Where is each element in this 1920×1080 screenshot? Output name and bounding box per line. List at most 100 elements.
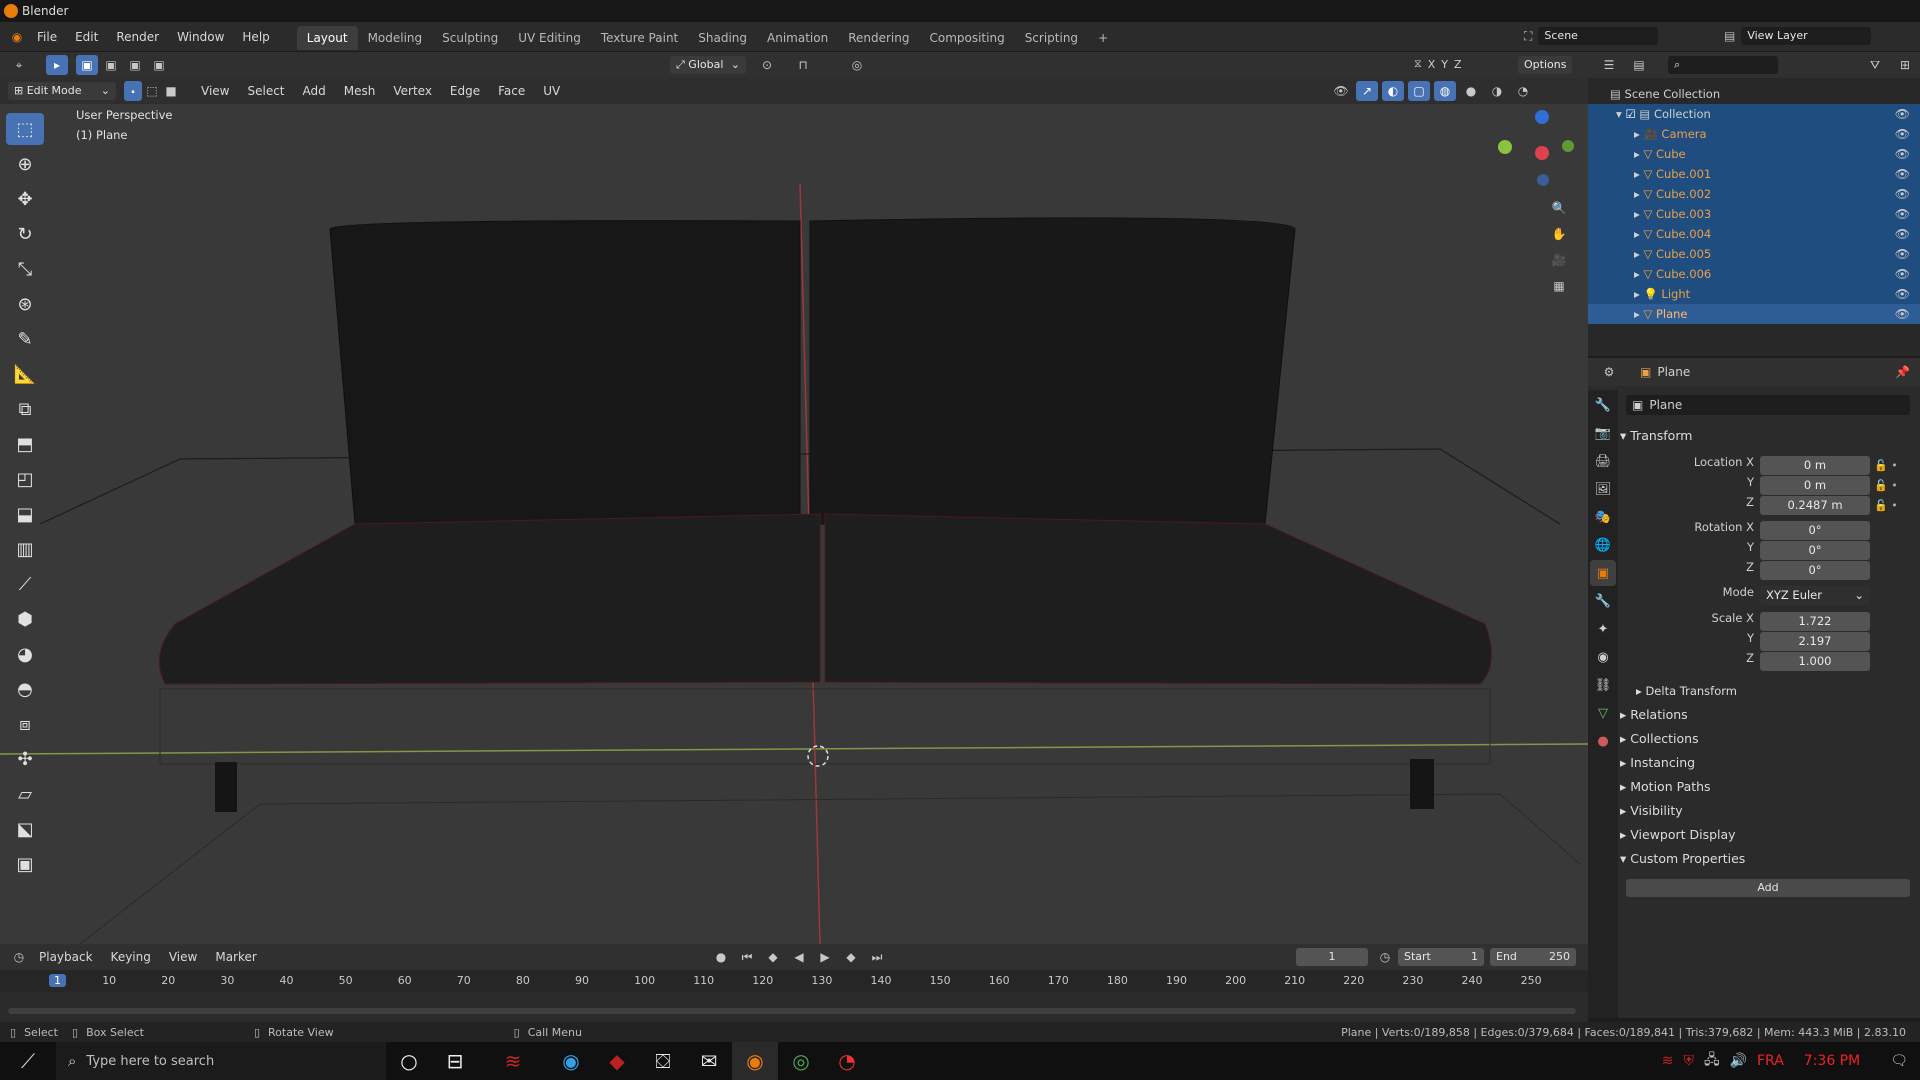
move-tool-icon[interactable]: ✥ <box>6 183 44 215</box>
editor-type-icon[interactable]: ⌖ <box>8 55 30 75</box>
rotation-mode-dropdown[interactable]: XYZ Euler ⌄ <box>1760 586 1870 605</box>
edge-select-icon[interactable]: ⬚ <box>143 81 161 101</box>
bevel-tool-icon[interactable]: ⬓ <box>6 498 44 530</box>
lock-icon[interactable]: 🔓 • <box>1874 496 1904 516</box>
gizmo-neg-y-icon[interactable] <box>1562 140 1574 152</box>
gizmo-icon[interactable]: ↗ <box>1356 81 1378 101</box>
outliner-object-row[interactable]: ▸ ▽ Cube.003 👁 <box>1588 204 1920 224</box>
pan-hand-icon[interactable]: ✋ <box>1548 224 1570 244</box>
tab-shading[interactable]: Shading <box>688 26 757 50</box>
ortho-grid-icon[interactable]: ▦ <box>1548 276 1570 296</box>
start-frame-field[interactable]: Start 1 <box>1398 948 1484 966</box>
lock-icon[interactable]: 🔓 • <box>1874 476 1904 496</box>
menu-face[interactable]: Face <box>489 78 534 104</box>
location-x-field[interactable]: 0 m <box>1760 456 1870 475</box>
rotate-tool-icon[interactable]: ↻ <box>6 218 44 250</box>
menu-playback[interactable]: Playback <box>30 944 102 970</box>
rog-tray-icon[interactable]: ≋ <box>1662 1053 1674 1069</box>
collection-row[interactable]: ▾ ☑ ▤ Collection 👁 <box>1588 104 1920 124</box>
eye-icon[interactable]: 👁 <box>1895 144 1910 164</box>
tab-texture-paint[interactable]: Texture Paint <box>591 26 688 50</box>
tab-modeling[interactable]: Modeling <box>358 26 433 50</box>
modifier-tab-icon[interactable]: 🔧 <box>1590 588 1616 614</box>
annotate-tool-icon[interactable]: ✎ <box>6 323 44 355</box>
image-tool-icon[interactable]: ▣ <box>6 848 44 880</box>
select-intersect-icon[interactable]: ▣ <box>148 55 170 75</box>
menu-window[interactable]: Window <box>168 22 233 52</box>
axis-z-toggle[interactable]: Z <box>1454 58 1462 71</box>
eye-icon[interactable]: 👁 <box>1895 224 1910 244</box>
world-tab-icon[interactable]: 🌐 <box>1590 532 1616 558</box>
rotation-y-field[interactable]: 0° <box>1760 541 1870 560</box>
filter-icon[interactable]: ⛛ <box>1864 55 1886 75</box>
rog-app-icon[interactable]: ≋ <box>478 1042 548 1080</box>
options-dropdown[interactable]: Options <box>1518 56 1573 74</box>
shear-tool-icon[interactable]: ▱ <box>6 778 44 810</box>
cursor-tool-icon[interactable]: ⊕ <box>6 148 44 180</box>
tab-layout[interactable]: Layout <box>296 26 358 50</box>
scale-tool-icon[interactable]: ⤡ <box>6 253 44 285</box>
menu-edge[interactable]: Edge <box>441 78 489 104</box>
tab-sculpting[interactable]: Sculpting <box>432 26 508 50</box>
zoom-icon[interactable]: 🔍 <box>1548 198 1570 218</box>
rotation-z-field[interactable]: 0° <box>1760 561 1870 580</box>
location-z-field[interactable]: 0.2487 m <box>1760 496 1870 515</box>
task-view-icon[interactable]: ⊟ <box>432 1042 478 1080</box>
object-tab-icon[interactable]: ▣ <box>1590 560 1616 586</box>
eye-icon[interactable]: 👁 <box>1895 284 1910 304</box>
scene-tab-icon[interactable]: 🎭 <box>1590 504 1616 530</box>
axis-x-toggle[interactable]: X <box>1428 58 1436 71</box>
physics-tab-icon[interactable]: ◉ <box>1590 644 1616 670</box>
select-box-tool-icon[interactable]: ⬚ <box>6 113 44 145</box>
tab-rendering[interactable]: Rendering <box>838 26 919 50</box>
transform-tool-icon[interactable]: ⊛ <box>6 288 44 320</box>
eye-icon[interactable]: 👁 <box>1895 204 1910 224</box>
solid-shading-icon[interactable]: ● <box>1460 81 1482 101</box>
language-indicator[interactable]: FRA <box>1757 1053 1784 1069</box>
axis-y-toggle[interactable]: Y <box>1441 58 1448 71</box>
vertex-select-icon[interactable]: ⬝ <box>124 81 142 101</box>
camera-view-icon[interactable]: 🎥 <box>1548 250 1570 270</box>
gizmo-x-icon[interactable] <box>1535 146 1549 160</box>
snap-icon[interactable]: ⊓ <box>792 55 814 75</box>
location-y-field[interactable]: 0 m <box>1760 476 1870 495</box>
cortana-icon[interactable]: ○ <box>386 1042 432 1080</box>
transform-panel-header[interactable]: ▾ Transform <box>1620 425 1692 447</box>
menu-edit[interactable]: Edit <box>66 22 107 52</box>
menu-vertex[interactable]: Vertex <box>384 78 441 104</box>
tab-compositing[interactable]: Compositing <box>919 26 1014 50</box>
face-select-icon[interactable]: ■ <box>162 81 180 101</box>
eye-icon[interactable]: 👁 <box>1895 164 1910 184</box>
shrink-fatten-tool-icon[interactable]: ✣ <box>6 743 44 775</box>
network-icon[interactable]: 🖧 <box>1704 1049 1720 1073</box>
menu-render[interactable]: Render <box>107 22 168 52</box>
volume-icon[interactable]: 🔊 <box>1730 1053 1747 1069</box>
chrome-icon[interactable]: ◎ <box>778 1042 824 1080</box>
delta-transform-header[interactable]: ▸ Delta Transform <box>1636 680 1737 702</box>
play-reverse-icon[interactable]: ◀ <box>788 947 810 967</box>
data-tab-icon[interactable]: ▽ <box>1590 700 1616 726</box>
panel-viewport-display[interactable]: ▸ Viewport Display <box>1620 824 1736 846</box>
view-layer-tab-icon[interactable]: 🖼 <box>1590 476 1616 502</box>
render-tab-icon[interactable]: 📷 <box>1590 420 1616 446</box>
tool-tab-icon[interactable]: 🔧 <box>1590 392 1616 418</box>
scale-y-field[interactable]: 2.197 <box>1760 632 1870 651</box>
material-shading-icon[interactable]: ◑ <box>1486 81 1508 101</box>
clock-time[interactable]: 7:36 PM <box>1804 1053 1860 1069</box>
end-frame-field[interactable]: End 250 <box>1490 948 1576 966</box>
prev-keyframe-icon[interactable]: ◆ <box>762 947 784 967</box>
next-keyframe-icon[interactable]: ◆ <box>840 947 862 967</box>
properties-editor-icon[interactable]: ⚙ <box>1598 362 1620 382</box>
scale-z-field[interactable]: 1.000 <box>1760 652 1870 671</box>
gizmo-y-icon[interactable] <box>1498 140 1512 154</box>
knife-tool-icon[interactable]: ⟋ <box>6 568 44 600</box>
tab-scripting[interactable]: Scripting <box>1015 26 1088 50</box>
eye-icon[interactable]: 👁 <box>1895 304 1910 324</box>
loop-cut-tool-icon[interactable]: ▥ <box>6 533 44 565</box>
jump-start-icon[interactable]: ⏮ <box>736 947 758 967</box>
overlay-icon[interactable]: ◐ <box>1382 81 1404 101</box>
pin-icon[interactable]: 📌 <box>1895 365 1910 379</box>
tab-uv-editing[interactable]: UV Editing <box>508 26 591 50</box>
inset-tool-icon[interactable]: ◰ <box>6 463 44 495</box>
navigation-gizmo[interactable] <box>1490 110 1574 190</box>
